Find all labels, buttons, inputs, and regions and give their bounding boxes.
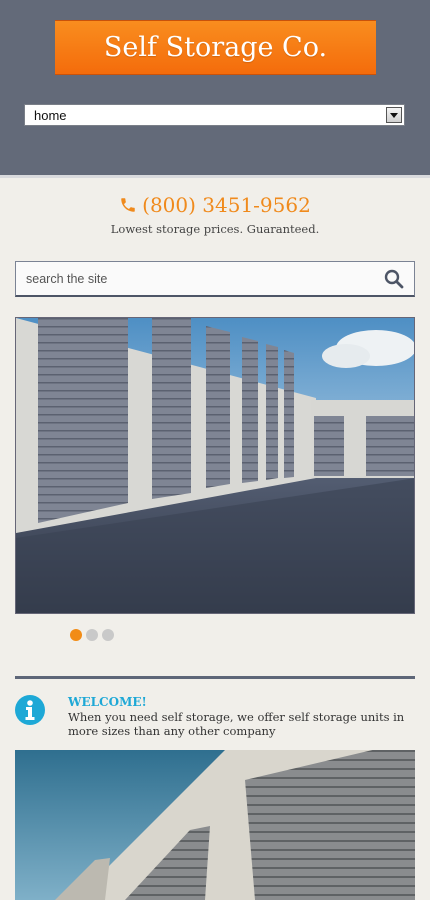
tagline: Lowest storage prices. Guaranteed. xyxy=(110,222,320,236)
slider-dot[interactable] xyxy=(70,629,82,641)
search-icon[interactable] xyxy=(384,269,404,289)
header: Self Storage Co. home xyxy=(0,0,430,178)
search-input[interactable] xyxy=(26,270,366,288)
phone-number[interactable]: (800) 3451-9562 xyxy=(0,193,430,219)
phone-icon xyxy=(119,195,137,219)
slider-dot[interactable] xyxy=(86,629,98,641)
storage-photo xyxy=(15,750,415,900)
slider-dot[interactable] xyxy=(102,629,114,641)
phone-text: (800) 3451-9562 xyxy=(142,193,311,217)
nav-select[interactable]: home xyxy=(24,104,405,126)
nav-select-value: home xyxy=(34,108,67,123)
section-divider xyxy=(15,676,415,679)
welcome-title: WELCOME! xyxy=(68,695,147,709)
info-icon xyxy=(14,694,46,726)
site-logo[interactable]: Self Storage Co. xyxy=(55,20,376,75)
hero-slide-image[interactable] xyxy=(15,317,415,614)
chevron-down-icon[interactable] xyxy=(386,107,402,123)
welcome-text: When you need self storage, we offer sel… xyxy=(68,710,405,738)
search-box xyxy=(15,261,415,297)
